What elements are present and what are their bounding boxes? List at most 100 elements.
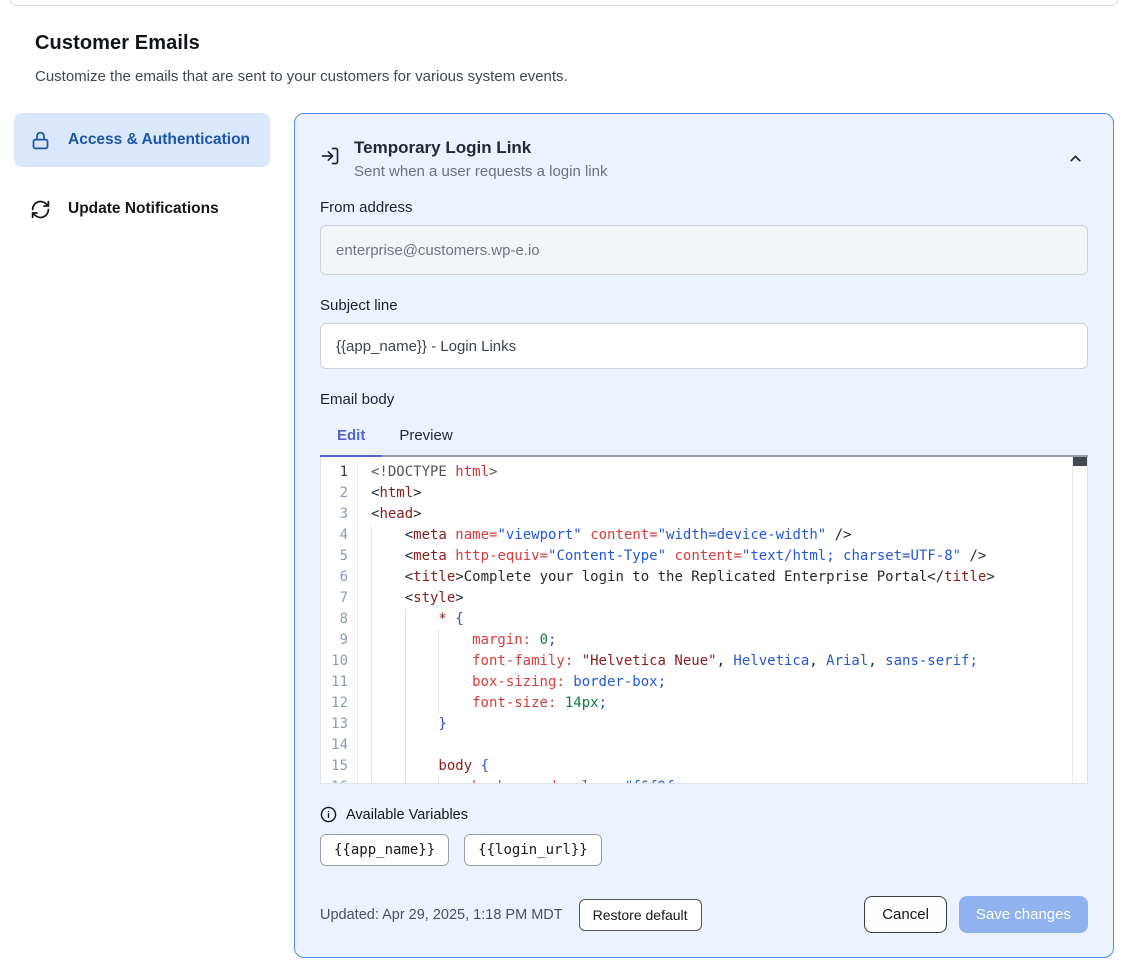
line-number: 16: [321, 777, 358, 784]
code-line-content: }: [358, 714, 447, 735]
indent-guide: [371, 777, 405, 784]
indent-guide: [405, 693, 439, 714]
indent-guide: [371, 693, 405, 714]
code-line-content: box-sizing: border-box;: [358, 672, 666, 693]
line-number: 2: [321, 483, 358, 504]
page-description: Customize the emails that are sent to yo…: [35, 68, 1093, 85]
indent-guide: [438, 630, 472, 651]
indent-guide: [371, 651, 405, 672]
code-line-content: background-color: #f6f9fc;: [358, 777, 691, 784]
indent-guide: [371, 735, 405, 756]
sidebar-item-label: Update Notifications: [68, 197, 219, 221]
code-line[interactable]: 15body {: [321, 756, 1087, 777]
code-line[interactable]: 2<html>: [321, 483, 1087, 504]
indent-guide: [371, 588, 405, 609]
save-changes-button[interactable]: Save changes: [959, 896, 1088, 933]
restore-default-button[interactable]: Restore default: [579, 899, 702, 931]
page-header: Customer Emails Customize the emails tha…: [35, 32, 1093, 85]
indent-guide: [371, 672, 405, 693]
indent-guide: [405, 714, 439, 735]
code-line[interactable]: 7<style>: [321, 588, 1087, 609]
line-number: 7: [321, 588, 358, 609]
indent-guide: [405, 609, 439, 630]
code-line-content: <title>Complete your login to the Replic…: [358, 567, 995, 588]
code-line-content: body {: [358, 756, 489, 777]
code-line-content: font-size: 14px;: [358, 693, 607, 714]
editor-scrollbar-thumb[interactable]: [1073, 457, 1087, 466]
login-icon: [320, 146, 340, 166]
panel-subtitle: Sent when a user requests a login link: [354, 163, 607, 180]
code-line[interactable]: 14: [321, 735, 1087, 756]
code-line[interactable]: 8* {: [321, 609, 1087, 630]
code-line-content: margin: 0;: [358, 630, 556, 651]
line-number: 14: [321, 735, 358, 756]
indent-guide: [438, 672, 472, 693]
email-settings-panel: Temporary Login Link Sent when a user re…: [294, 113, 1114, 958]
code-line[interactable]: 11box-sizing: border-box;: [321, 672, 1087, 693]
lock-icon: [30, 130, 51, 151]
panel-footer: Updated: Apr 29, 2025, 1:18 PM MDT Resto…: [320, 896, 1088, 933]
code-line[interactable]: 9margin: 0;: [321, 630, 1087, 651]
code-line[interactable]: 1<!DOCTYPE html>: [321, 462, 1087, 483]
sidebar-item-update-notifications[interactable]: Update Notifications: [14, 182, 270, 236]
line-number: 11: [321, 672, 358, 693]
code-line-content: <html>: [358, 483, 422, 504]
subject-line-input[interactable]: [320, 323, 1088, 369]
code-line[interactable]: 13}: [321, 714, 1087, 735]
code-editor[interactable]: 1<!DOCTYPE html>2<html>3<head>4<meta nam…: [320, 457, 1088, 784]
tab-edit[interactable]: Edit: [320, 417, 382, 457]
from-address-label: From address: [320, 199, 1088, 216]
code-line[interactable]: 12font-size: 14px;: [321, 693, 1087, 714]
panel-title: Temporary Login Link: [354, 138, 607, 158]
variable-chip-login-url[interactable]: {{login_url}}: [464, 834, 602, 866]
indent-guide: [405, 651, 439, 672]
line-number: 6: [321, 567, 358, 588]
code-line-content: <meta http-equiv="Content-Type" content=…: [358, 546, 986, 567]
indent-guide: [405, 756, 439, 777]
indent-guide: [405, 735, 439, 756]
code-line-content: [358, 735, 438, 756]
page-title: Customer Emails: [35, 32, 1093, 55]
line-number: 9: [321, 630, 358, 651]
code-line[interactable]: 10font-family: "Helvetica Neue", Helveti…: [321, 651, 1087, 672]
editor-scrollbar[interactable]: [1072, 457, 1087, 783]
indent-guide: [371, 546, 405, 567]
code-line[interactable]: 5<meta http-equiv="Content-Type" content…: [321, 546, 1087, 567]
chevron-up-icon: [1067, 150, 1084, 167]
code-line-content: <style>: [358, 588, 464, 609]
from-address-input[interactable]: [320, 225, 1088, 275]
line-number: 10: [321, 651, 358, 672]
available-variables-label: Available Variables: [346, 807, 468, 823]
code-line[interactable]: 6<title>Complete your login to the Repli…: [321, 567, 1087, 588]
code-line[interactable]: 4<meta name="viewport" content="width=de…: [321, 525, 1087, 546]
code-line[interactable]: 16background-color: #f6f9fc;: [321, 777, 1087, 784]
refresh-icon: [30, 199, 51, 220]
collapse-panel-button[interactable]: [1063, 146, 1088, 171]
content-layout: Access & Authentication Update Notificat…: [14, 113, 1114, 958]
email-body-tabbar: Edit Preview: [320, 417, 1088, 457]
available-variables-row: Available Variables: [320, 806, 1088, 823]
code-line-content: font-family: "Helvetica Neue", Helvetica…: [358, 651, 978, 672]
line-number: 1: [321, 462, 358, 483]
variable-chip-app-name[interactable]: {{app_name}}: [320, 834, 449, 866]
line-number: 12: [321, 693, 358, 714]
line-number: 3: [321, 504, 358, 525]
sidebar-item-label: Access & Authentication: [68, 128, 250, 152]
code-line-content: <head>: [358, 504, 422, 525]
panel-header-text: Temporary Login Link Sent when a user re…: [354, 138, 607, 180]
line-number: 13: [321, 714, 358, 735]
line-number: 15: [321, 756, 358, 777]
indent-guide: [405, 630, 439, 651]
tab-preview[interactable]: Preview: [382, 417, 469, 457]
line-number: 4: [321, 525, 358, 546]
cancel-button[interactable]: Cancel: [864, 896, 947, 933]
info-icon: [320, 806, 337, 823]
indent-guide: [371, 525, 405, 546]
indent-guide: [371, 609, 405, 630]
line-number: 5: [321, 546, 358, 567]
sidebar-item-access-authentication[interactable]: Access & Authentication: [14, 113, 270, 167]
indent-guide: [438, 693, 472, 714]
indent-guide: [371, 714, 405, 735]
code-line-content: <meta name="viewport" content="width=dev…: [358, 525, 852, 546]
code-line[interactable]: 3<head>: [321, 504, 1087, 525]
